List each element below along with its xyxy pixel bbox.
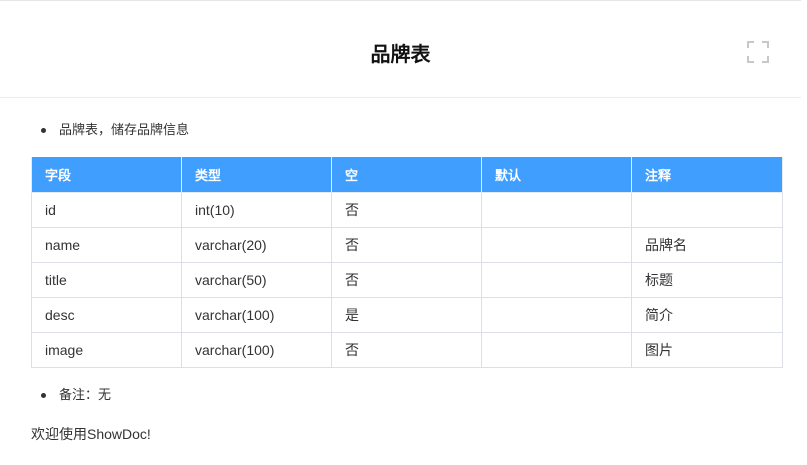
footer-text: 欢迎使用ShowDoc! (31, 426, 151, 442)
table-cell: 否 (331, 192, 482, 228)
column-header-default: 默认 (481, 157, 632, 193)
table-cell: int(10) (181, 192, 332, 228)
table-cell (481, 227, 632, 263)
table-cell (631, 192, 783, 228)
table-cell: 图片 (631, 332, 783, 368)
table-cell: 标题 (631, 262, 783, 298)
table-cell: 简介 (631, 297, 783, 333)
table-row: name varchar(20) 否 品牌名 (31, 227, 783, 263)
table-cell: varchar(50) (181, 262, 332, 298)
table-cell: 否 (331, 262, 482, 298)
table-cell (481, 262, 632, 298)
note-text: 备注：无 (59, 387, 112, 402)
table-cell: 品牌名 (631, 227, 783, 263)
column-header-null: 空 (331, 157, 482, 193)
table-cell: name (31, 227, 182, 263)
fullscreen-icon[interactable] (746, 40, 770, 64)
table-cell: 否 (331, 227, 482, 263)
table-cell: 是 (331, 297, 482, 333)
table-cell (481, 297, 632, 333)
table-cell: desc (31, 297, 182, 333)
table-cell (481, 332, 632, 368)
table-cell: varchar(100) (181, 332, 332, 368)
intro-text: 品牌表，储存品牌信息 (59, 122, 190, 137)
document-page: 品牌表 品牌表，储存品牌信息 字段 类型 空 默认 注释 id int(10) … (0, 0, 807, 465)
fields-table: 字段 类型 空 默认 注释 id int(10) 否 name varchar(… (31, 157, 783, 368)
table-cell: varchar(100) (181, 297, 332, 333)
table-header-row: 字段 类型 空 默认 注释 (31, 157, 783, 193)
table-row: id int(10) 否 (31, 192, 783, 228)
table-cell: title (31, 262, 182, 298)
column-header-type: 类型 (181, 157, 332, 193)
table-row: desc varchar(100) 是 简介 (31, 297, 783, 333)
column-header-comment: 注释 (631, 157, 783, 193)
intro-bullet: 品牌表，储存品牌信息 (31, 120, 189, 140)
table-cell: varchar(20) (181, 227, 332, 263)
column-header-field: 字段 (31, 157, 182, 193)
page-header: 品牌表 (0, 1, 801, 98)
table-row: title varchar(50) 否 标题 (31, 262, 783, 298)
table-cell: 否 (331, 332, 482, 368)
table-cell: image (31, 332, 182, 368)
table-cell (481, 192, 632, 228)
page-title: 品牌表 (370, 44, 431, 66)
table-row: image varchar(100) 否 图片 (31, 332, 783, 368)
note-bullet: 备注：无 (31, 385, 111, 405)
table-cell: id (31, 192, 182, 228)
